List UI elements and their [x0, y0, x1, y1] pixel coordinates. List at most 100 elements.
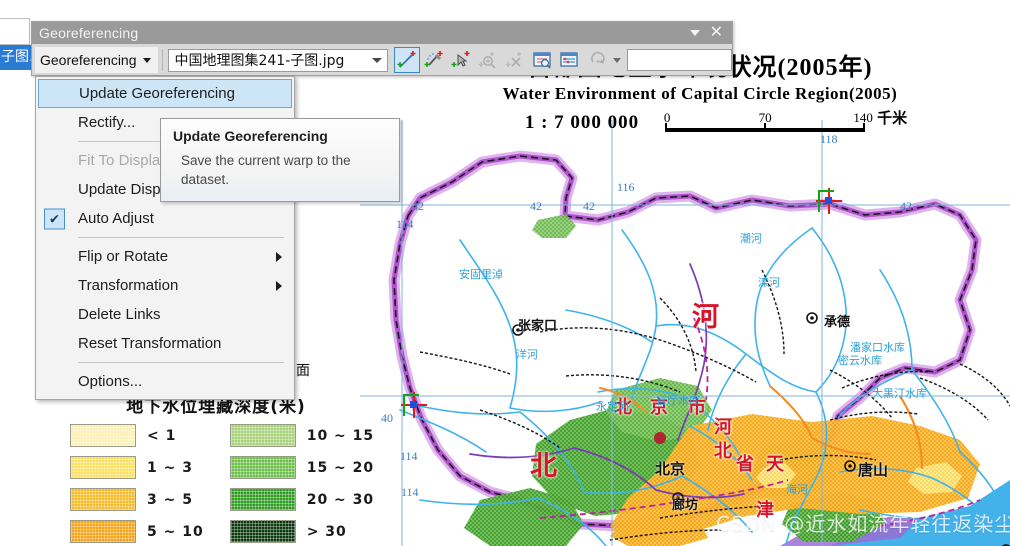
legend-swatch — [229, 424, 296, 447]
legend-item: < 1 — [70, 424, 204, 447]
legend-item: 3 ~ 5 — [70, 488, 204, 511]
hydro-label: 安固里淖 — [459, 268, 503, 281]
tooltip-title: Update Georeferencing — [173, 128, 328, 144]
chevron-down-icon[interactable] — [689, 30, 700, 36]
georeferencing-menu-label: Georeferencing — [40, 52, 137, 68]
hydro-label: 潮河 — [740, 232, 762, 245]
menu-tooltip: Update Georeferencing Save the current w… — [160, 118, 400, 202]
georeferencing-tool-buttons — [393, 47, 621, 73]
control-point-marker[interactable] — [401, 392, 427, 418]
province-label: 省 — [736, 454, 754, 475]
menu-item-update-georeferencing[interactable]: Update Georeferencing — [38, 79, 292, 108]
chevron-right-icon — [276, 280, 282, 291]
graticule-label: 42 — [530, 199, 542, 213]
layer-select[interactable]: 中国地理图集241-子图.jpg — [168, 48, 388, 72]
legend-label: > 30 — [306, 523, 347, 540]
legend-swatch — [229, 488, 296, 511]
menu-item-flip-or-rotate[interactable]: Flip or Rotate — [36, 242, 294, 271]
toolbar-separator — [161, 49, 163, 71]
layer-select-value: 中国地理图集241-子图.jpg — [174, 53, 345, 69]
toc-panel-edge — [0, 18, 30, 45]
legend-swatch — [229, 456, 296, 479]
scalebar-unit: 千米 — [877, 111, 908, 127]
hydro-label: 潘家口水库 — [850, 341, 905, 354]
legend-label: 15 ~ 20 — [306, 459, 375, 476]
legend-column-right: 10 ~ 15 15 ~ 20 20 ~ 30 > 30 — [229, 424, 375, 543]
checkmark-icon: ✔ — [44, 208, 65, 229]
legend-swatch — [70, 424, 136, 447]
checkmark-glyph: ✔ — [49, 211, 60, 226]
legend-item: 20 ~ 30 — [229, 488, 375, 511]
select-link-button[interactable] — [448, 47, 474, 73]
city-label: 唐山 — [858, 461, 889, 479]
menu-item-label: Auto Adjust — [78, 210, 154, 227]
view-link-table-button[interactable] — [529, 47, 555, 73]
toc-selected-layer[interactable]: 子图.jp — [0, 45, 34, 70]
legend-label: 3 ~ 5 — [147, 491, 193, 508]
city-label: 承德 — [824, 315, 851, 330]
delete-link-button — [502, 47, 528, 73]
legend-label: < 1 — [147, 427, 177, 444]
legend-item: 5 ~ 10 — [70, 520, 204, 543]
hydro-label: 大黑汀水库 — [872, 387, 927, 400]
scale-ratio: 1 : 7 000 000 — [524, 112, 640, 133]
watermark: CSDN @近水如流年轻往返染尘 — [716, 512, 1010, 536]
province-label: 河 — [714, 417, 732, 438]
toc-panel-edge — [0, 70, 30, 100]
scale-row: 1 : 7 000 000 0 70 140 千米 — [420, 108, 980, 134]
hydro-label: 海河 — [786, 483, 808, 496]
menu-item-auto-adjust[interactable]: ✔ Auto Adjust — [36, 204, 294, 233]
auto-registration-button[interactable] — [421, 47, 447, 73]
legend-item: 15 ~ 20 — [229, 456, 375, 479]
hydro-label: 滦河 — [758, 276, 780, 289]
menu-item-delete-links[interactable]: Delete Links — [36, 300, 294, 329]
georeferencing-toolbar-window[interactable]: Georeferencing ✕ Georeferencing 中国地理图集24… — [31, 21, 733, 76]
menu-item-label: Update Georeferencing — [79, 85, 235, 102]
graticule-label: 114 — [396, 217, 414, 231]
graticule-label: 116 — [617, 180, 635, 194]
legend-item: 10 ~ 15 — [229, 424, 375, 447]
scalebar-tick — [764, 123, 767, 132]
legend-label: 20 ~ 30 — [306, 491, 375, 508]
chevron-right-icon — [276, 251, 282, 262]
control-point-marker[interactable] — [816, 188, 842, 214]
tooltip-body: Save the current warp to the dataset. — [181, 153, 351, 187]
menu-item-label: Delete Links — [78, 306, 161, 323]
link-value-textbox[interactable] — [626, 49, 732, 71]
legend-label: 10 ~ 15 — [306, 427, 375, 444]
menu-item-label: Fit To Display — [78, 152, 168, 169]
georeferencing-titlebar[interactable]: Georeferencing ✕ — [32, 22, 732, 44]
menu-item-label: Reset Transformation — [78, 335, 222, 352]
legend-swatch — [70, 488, 136, 511]
menu-item-options[interactable]: Options... — [36, 367, 294, 396]
map-title-english: Water Environment of Capital Circle Regi… — [502, 84, 898, 103]
chevron-down-icon[interactable] — [612, 57, 621, 63]
hydro-label: 官厅水库 — [656, 394, 700, 407]
legend-item: 1 ~ 3 — [70, 456, 204, 479]
zoom-to-link-button — [475, 47, 501, 73]
legend-swatch — [70, 456, 136, 479]
georeferencing-menu-button[interactable]: Georeferencing — [35, 47, 158, 73]
map-artwork — [360, 120, 1010, 546]
legend-column-left: < 1 1 ~ 3 3 ~ 5 5 ~ 10 — [70, 424, 204, 543]
menu-item-label: Options... — [78, 373, 143, 390]
menu-item-transformation[interactable]: Transformation — [36, 271, 294, 300]
menu-item-label: Rectify... — [78, 114, 136, 131]
chevron-down-icon[interactable] — [367, 57, 387, 63]
legend-item: > 30 — [229, 520, 374, 543]
chevron-down-icon — [142, 57, 151, 63]
graticule-label: 114 — [400, 449, 418, 463]
close-icon[interactable]: ✕ — [710, 25, 723, 41]
menu-item-label: Flip or Rotate — [78, 248, 169, 265]
menu-item-reset-transformation[interactable]: Reset Transformation — [36, 329, 294, 358]
add-control-points-button[interactable] — [393, 47, 420, 73]
graticule-label: 114 — [401, 485, 419, 499]
menu-separator — [78, 362, 284, 363]
city-label: 张家口 — [518, 319, 558, 334]
georeferencing-toolbar[interactable]: Georeferencing 中国地理图集241-子图.jpg — [32, 44, 732, 76]
legend-label: 1 ~ 3 — [147, 459, 193, 476]
link-table-grid-button[interactable] — [556, 47, 582, 73]
province-label: 北 — [530, 451, 557, 482]
map-legend: 地下水位埋藏深度(米) < 1 1 ~ 3 3 ~ 5 5 ~ 10 10 ~ … — [66, 392, 373, 543]
hydro-label: 永定河 — [596, 400, 629, 413]
